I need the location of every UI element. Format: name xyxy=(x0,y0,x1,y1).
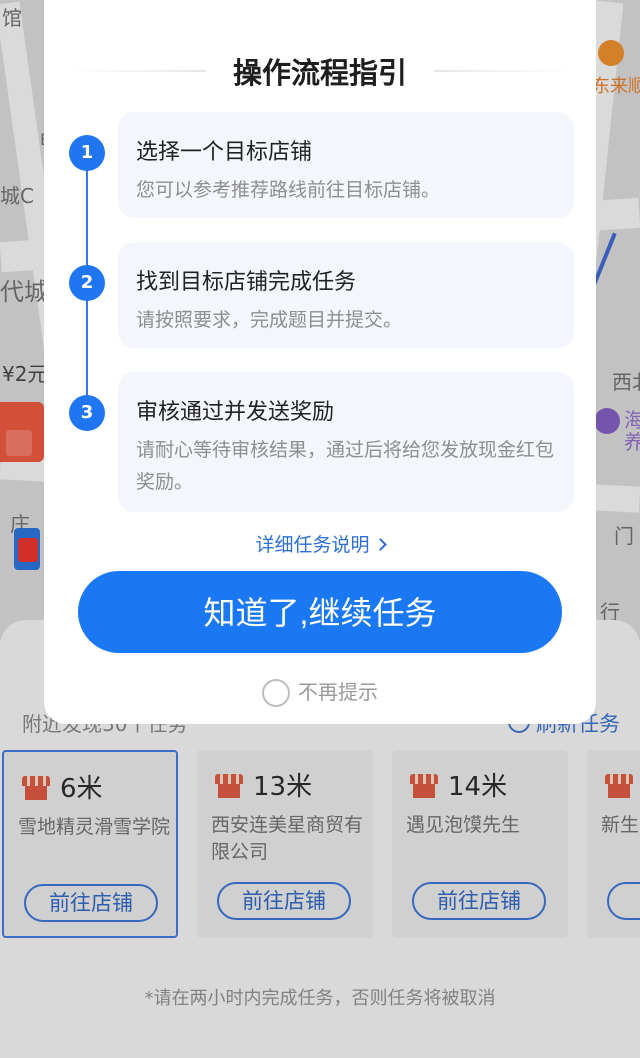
step-number-badge: 2 xyxy=(69,265,105,301)
task-detail-link[interactable]: 详细任务说明 xyxy=(44,530,596,557)
step-title: 审核通过并发送奖励 xyxy=(136,400,335,425)
dont-remind-label: 不再提示 xyxy=(298,680,378,704)
continue-task-button[interactable]: 知道了,继续任务 xyxy=(78,571,562,653)
dont-remind-toggle[interactable]: 不再提示 xyxy=(44,676,596,707)
step-number-badge: 1 xyxy=(69,135,105,171)
dialog-title: 操作流程指引 xyxy=(232,56,407,90)
step-description: 请按照要求，完成题目并提交。 xyxy=(136,309,403,331)
step-description: 您可以参考推荐路线前往目标店铺。 xyxy=(136,179,441,201)
step-title: 选择一个目标店铺 xyxy=(136,140,313,165)
step-card-2: 找到目标店铺完成任务 请按照要求，完成题目并提交。 xyxy=(118,242,574,348)
step-number-badge: 3 xyxy=(69,395,105,431)
step-card-1: 选择一个目标店铺 您可以参考推荐路线前往目标店铺。 xyxy=(118,112,574,218)
step-description: 请耐心等待审核结果，通过后将给您发放现金红包奖励。 xyxy=(136,439,555,493)
chevron-right-icon xyxy=(373,538,387,551)
step-card-3: 审核通过并发送奖励 请耐心等待审核结果，通过后将给您发放现金红包奖励。 xyxy=(118,372,574,512)
step-title: 找到目标店铺完成任务 xyxy=(136,270,357,295)
process-guide-dialog: 操作流程指引 选择一个目标店铺 您可以参考推荐路线前往目标店铺。 1 找到目标店… xyxy=(44,0,596,724)
dont-remind-checkbox[interactable] xyxy=(262,679,290,707)
task-detail-label: 详细任务说明 xyxy=(255,534,370,556)
